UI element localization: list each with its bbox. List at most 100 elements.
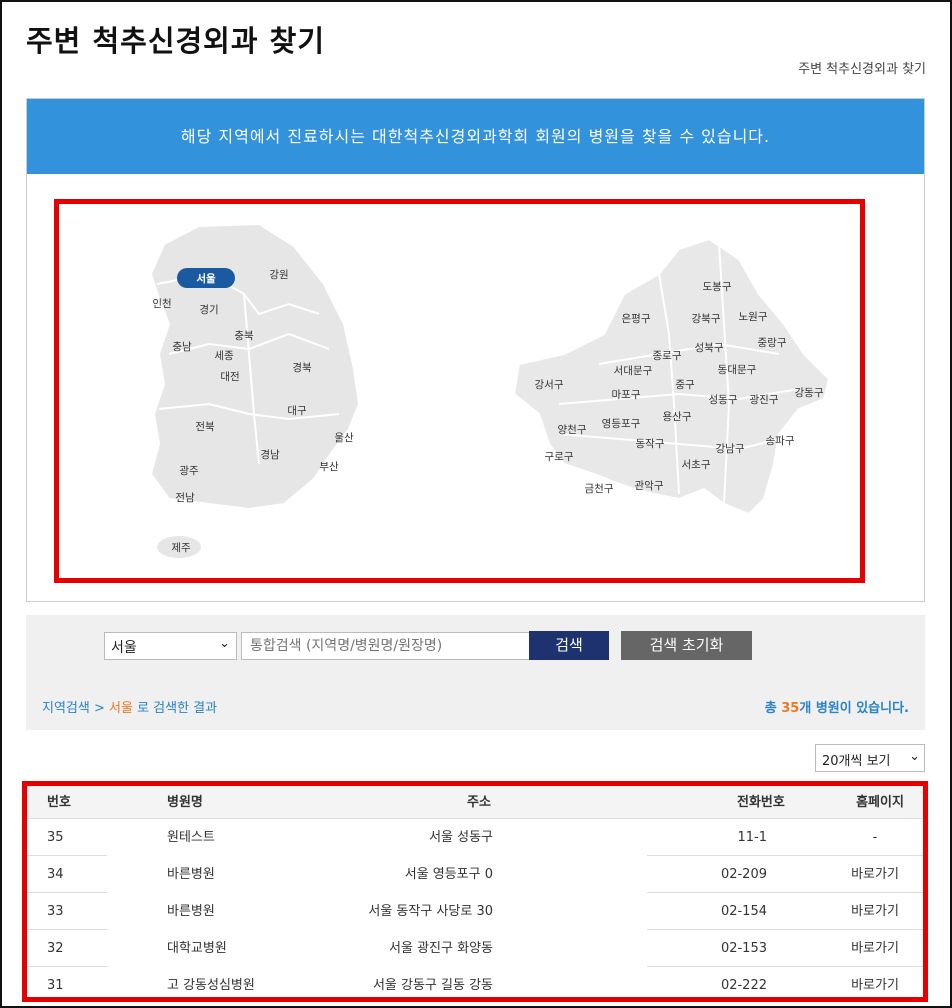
region-select-value: 서울	[111, 640, 137, 656]
row-address: 서울 성동구	[429, 830, 493, 845]
region-gyeonggi[interactable]: 경기	[199, 303, 218, 316]
table-header: 번호 병원명 주소 전화번호 홈페이지	[27, 786, 923, 819]
region-daejeon[interactable]: 대전	[220, 371, 239, 383]
row-tel: 02-153	[720, 941, 767, 956]
header-name: 병원명	[167, 795, 203, 810]
region-busan[interactable]: 부산	[319, 461, 339, 473]
header-address: 주소	[467, 795, 491, 810]
district-dobong[interactable]: 도봉구	[703, 281, 732, 293]
row-no: 32	[47, 941, 64, 956]
region-map: 서울 강원 인천 경기 충북 충남 세종 대전 경북 대구 전북 울산 경남 부…	[149, 222, 831, 560]
region-ulsan[interactable]: 울산	[334, 432, 354, 444]
row-name[interactable]: 고 강동성심병원	[167, 967, 257, 998]
homepage-link[interactable]: 바로가기	[827, 893, 923, 930]
row-address: 서울 광진구 화양동	[389, 941, 493, 956]
region-seoul[interactable]: 서울	[196, 272, 216, 285]
search-input[interactable]	[241, 632, 531, 660]
per-page-value: 20개씩 보기	[822, 754, 891, 769]
district-jung[interactable]: 중구	[675, 379, 695, 391]
table-row: 32 대학교병원 서울 광진구 화양동 02-153 바로가기	[27, 930, 923, 967]
row-name[interactable]: 대학교병원	[167, 930, 257, 967]
row-address: 서울 영등포구 0	[404, 867, 493, 882]
district-dongdaemun[interactable]: 동대문구	[718, 364, 757, 376]
row-tel: 02-209	[720, 867, 767, 882]
table-row: 35 원테스트 서울 성동구 11-1 -	[27, 819, 923, 856]
district-nowon[interactable]: 노원구	[739, 311, 768, 323]
row-tel: 02-154	[720, 904, 767, 919]
seoul-map	[512, 237, 831, 516]
row-tel: 02-222	[720, 978, 767, 993]
chevron-down-icon: ⌄	[219, 636, 230, 651]
region-search-link[interactable]: 지역검색 >	[42, 701, 105, 716]
region-select[interactable]: 서울 ⌄	[104, 632, 237, 660]
homepage-link[interactable]: 바로가기	[827, 967, 923, 998]
table-row: 34 바른병원 서울 영등포구 0 02-209 바로가기	[27, 856, 923, 893]
korea-map	[149, 222, 361, 560]
row-no: 31	[47, 978, 64, 993]
row-tel: 11-1	[737, 830, 767, 845]
per-page-select[interactable]: 20개씩 보기 ⌄	[815, 744, 925, 772]
region-gangwon[interactable]: 강원	[269, 269, 288, 281]
table-row: 33 바른병원 서울 동작구 사당로 30 02-154 바로가기	[27, 893, 923, 930]
district-geumcheon[interactable]: 금천구	[585, 483, 614, 495]
breadcrumb: 주변 척추신경외과 찾기	[798, 62, 926, 77]
region-jeonnam[interactable]: 전남	[175, 492, 195, 504]
search-button[interactable]: 검색	[529, 631, 609, 660]
district-jungnang[interactable]: 중랑구	[758, 337, 787, 349]
homepage-link[interactable]: 바로가기	[827, 930, 923, 967]
region-incheon[interactable]: 인천	[152, 298, 171, 310]
row-name[interactable]: 바른병원	[167, 856, 257, 893]
district-guro[interactable]: 구로구	[545, 451, 574, 463]
row-address: 서울 강동구 길동 강동	[372, 978, 493, 993]
region-daegu[interactable]: 대구	[287, 405, 307, 417]
row-name[interactable]: 원테스트	[167, 819, 257, 856]
district-seocho[interactable]: 서초구	[682, 459, 711, 471]
region-gyeongnam[interactable]: 경남	[260, 448, 280, 461]
district-songpa[interactable]: 송파구	[766, 435, 795, 447]
district-gwangjin[interactable]: 광진구	[750, 394, 779, 406]
row-homepage: -	[872, 830, 878, 845]
district-gangdong[interactable]: 강동구	[795, 387, 824, 399]
result-total-suffix: 개 병원이 있습니다.	[799, 701, 909, 716]
region-sejong[interactable]: 세종	[214, 350, 234, 362]
region-gwangju[interactable]: 광주	[179, 465, 199, 477]
district-seongbuk[interactable]: 성북구	[695, 342, 724, 354]
row-no: 34	[47, 867, 64, 882]
hospital-table: 번호 병원명 주소 전화번호 홈페이지 35 원테스트 서울 성동구 11-1 …	[27, 786, 923, 998]
row-no: 33	[47, 904, 64, 919]
district-seodaemun[interactable]: 서대문구	[614, 365, 653, 377]
homepage-link[interactable]: 바로가기	[827, 856, 923, 893]
chevron-down-icon: ⌄	[909, 749, 920, 764]
district-eunpyeong[interactable]: 은평구	[622, 313, 651, 325]
district-gangseo[interactable]: 강서구	[535, 379, 564, 391]
header-tel: 전화번호	[737, 795, 785, 810]
district-yeongdeungpo[interactable]: 영등포구	[602, 418, 641, 430]
district-gangbuk[interactable]: 강북구	[692, 313, 721, 325]
district-jongno[interactable]: 종로구	[653, 350, 682, 362]
header-homepage: 홈페이지	[856, 795, 904, 810]
district-gangnam[interactable]: 강남구	[716, 443, 745, 455]
district-dongjak[interactable]: 동작구	[636, 438, 665, 450]
district-mapo[interactable]: 마포구	[612, 389, 641, 401]
region-jeonbuk[interactable]: 전북	[195, 421, 215, 433]
row-name[interactable]: 바른병원	[167, 893, 257, 930]
row-no: 35	[47, 830, 64, 845]
result-total: 총 35개 병원이 있습니다.	[765, 697, 909, 716]
result-suffix: 로 검색한 결과	[137, 701, 218, 716]
result-region: 서울	[109, 701, 133, 716]
result-total-prefix: 총	[764, 701, 777, 716]
district-seongdong[interactable]: 성동구	[709, 394, 738, 406]
table-row: 31 고 강동성심병원 서울 강동구 길동 강동 02-222 바로가기	[27, 967, 923, 998]
info-banner: 해당 지역에서 진료하시는 대한척추신경외과학회 회원의 병원을 찾을 수 있습…	[27, 99, 924, 174]
region-chungbuk[interactable]: 충북	[234, 330, 254, 342]
result-summary: 지역검색 > 서울 로 검색한 결과	[42, 697, 217, 716]
district-yongsan[interactable]: 용산구	[663, 411, 692, 423]
row-address: 서울 동작구 사당로 30	[368, 904, 493, 919]
region-gyeongbuk[interactable]: 경북	[292, 361, 312, 374]
header-no: 번호	[47, 795, 71, 810]
region-jeju[interactable]: 제주	[171, 542, 191, 554]
region-chungnam[interactable]: 충남	[172, 341, 192, 353]
district-gwanak[interactable]: 관악구	[635, 480, 664, 492]
district-yangcheon[interactable]: 양천구	[558, 424, 587, 436]
reset-search-button[interactable]: 검색 초기화	[621, 631, 752, 660]
